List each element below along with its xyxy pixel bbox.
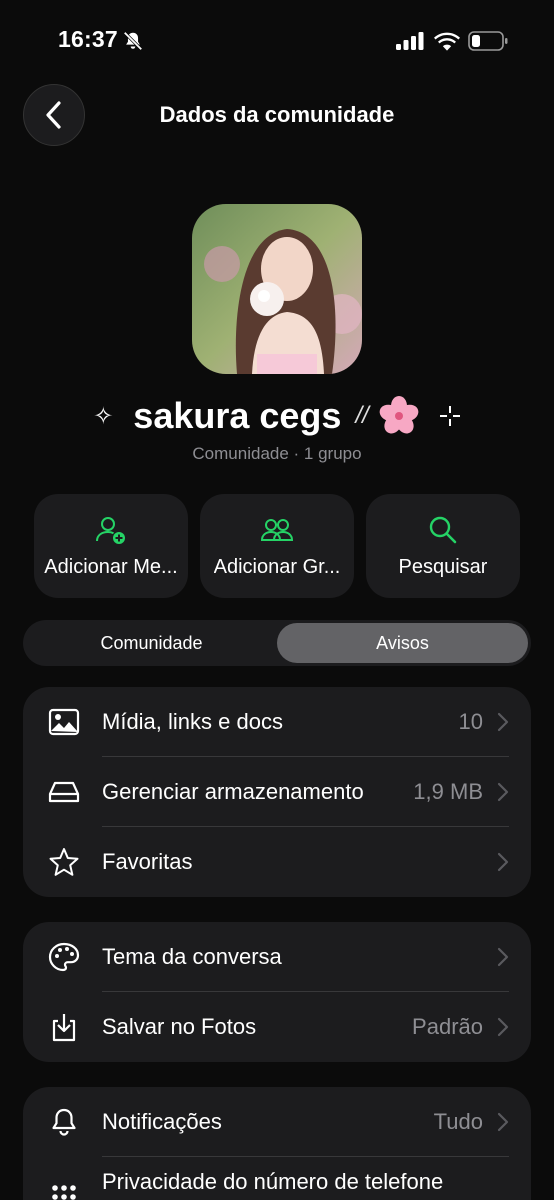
signal-icon: [396, 32, 424, 50]
dots-grid-icon: [48, 1176, 80, 1200]
wifi-icon: [434, 32, 460, 51]
row-label: Salvar no Fotos: [102, 1014, 257, 1039]
chevron-right-icon: [497, 782, 509, 802]
photo-icon: [48, 706, 80, 738]
add-group-label: Adicionar Gr...: [213, 555, 341, 578]
segmented-control: Comunidade Avisos: [23, 620, 531, 666]
add-member-button[interactable]: Adicionar Me...: [34, 494, 188, 598]
status-time: 16:37: [58, 26, 118, 52]
row-favorites[interactable]: Favoritas: [23, 827, 531, 897]
action-buttons: Adicionar Me... Adicionar Gr... Pesquisa…: [34, 494, 520, 598]
chevron-right-icon: [497, 947, 509, 967]
settings-group-theme: Tema da conversa Salvar no Fotos Padrão: [23, 922, 531, 1062]
community-subtitle: Comunidade · 1 grupo: [192, 444, 362, 463]
battery-icon: [468, 31, 508, 51]
row-value: Tudo: [433, 1109, 483, 1134]
star-icon: [48, 846, 80, 878]
chevron-right-icon: [497, 1112, 509, 1132]
row-media-links-docs[interactable]: Mídia, links e docs 10: [23, 687, 531, 757]
save-icon: [48, 1011, 80, 1043]
community-name-row: ✧ sakura cegs //: [0, 392, 554, 440]
row-value: Padrão: [412, 1014, 483, 1039]
settings-group-notifications: Notificações Tudo Privacidade do número …: [23, 1087, 531, 1200]
row-label: Mídia, links e docs: [102, 709, 283, 734]
row-phone-privacy[interactable]: Privacidade do número de telefone: [23, 1157, 531, 1200]
chevron-right-icon: [497, 852, 509, 872]
row-label: Notificações: [102, 1109, 222, 1134]
search-button[interactable]: Pesquisar: [366, 494, 520, 598]
sparkle-left-icon: ✧: [93, 402, 114, 430]
row-chat-theme[interactable]: Tema da conversa: [23, 922, 531, 992]
tab-avisos[interactable]: Avisos: [277, 623, 528, 663]
sparkle-right-icon: [439, 406, 460, 426]
community-avatar[interactable]: [192, 204, 362, 374]
tab-comunidade[interactable]: Comunidade: [26, 623, 277, 663]
add-member-label: Adicionar Me...: [44, 555, 178, 578]
cherry-blossom-icon: [379, 396, 419, 434]
chevron-right-icon: [497, 1017, 509, 1037]
storage-icon: [48, 776, 80, 808]
search-icon: [429, 516, 457, 543]
add-group-button[interactable]: Adicionar Gr...: [200, 494, 354, 598]
row-value: 10: [458, 709, 483, 734]
palette-icon: [48, 941, 80, 973]
bell-icon: [48, 1106, 80, 1138]
page-title: Dados da comunidade: [159, 102, 395, 127]
status-bar: 16:37: [0, 0, 554, 80]
row-manage-storage[interactable]: Gerenciar armazenamento 1,9 MB: [23, 757, 531, 827]
add-group-icon: [261, 518, 293, 541]
bell-off-icon: [123, 31, 143, 51]
row-label: Gerenciar armazenamento: [102, 779, 364, 804]
row-label: Favoritas: [102, 849, 193, 874]
row-value: 1,9 MB: [413, 779, 483, 804]
add-member-icon: [96, 516, 125, 544]
screen: 16:37 Dados da comunidade ✧ sakura cegs …: [0, 0, 554, 1200]
row-save-to-photos[interactable]: Salvar no Fotos Padrão: [23, 992, 531, 1062]
row-notifications[interactable]: Notificações Tudo: [23, 1087, 531, 1157]
row-label: Privacidade do número de telefone: [102, 1169, 444, 1194]
settings-group-media: Mídia, links e docs 10 Gerenciar armazen…: [23, 687, 531, 897]
row-label: Tema da conversa: [102, 944, 282, 969]
community-name: sakura cegs: [133, 395, 342, 436]
search-label: Pesquisar: [398, 555, 488, 578]
slash-decoration: //: [355, 402, 369, 429]
chevron-right-icon: [497, 712, 509, 732]
avatar-photo: [192, 204, 362, 374]
